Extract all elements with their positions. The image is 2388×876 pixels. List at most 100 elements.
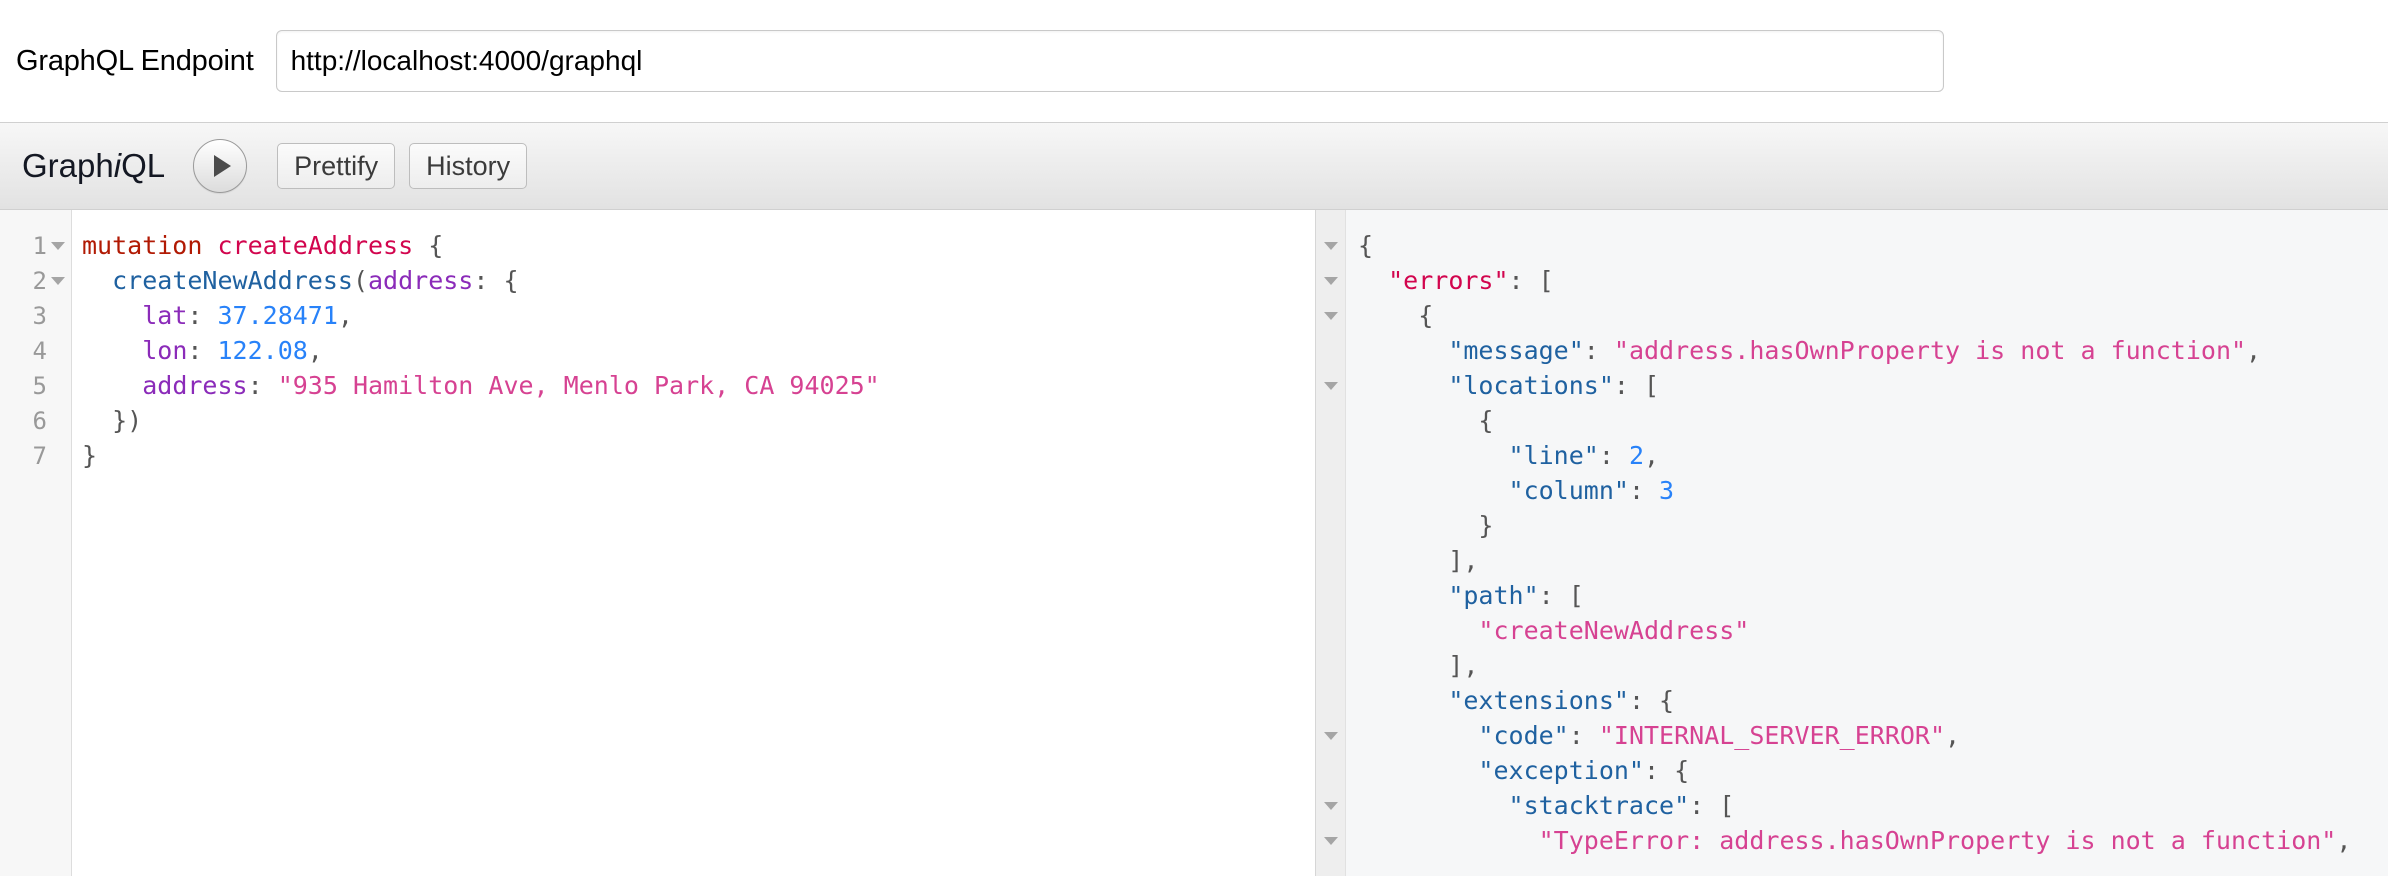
result-gutter-row <box>1316 788 1345 823</box>
code-token: : <box>1598 441 1629 470</box>
fold-placeholder <box>51 382 65 390</box>
code-token: }) <box>82 406 143 435</box>
result-viewer-code: { "errors": [ { "message": "address.hasO… <box>1346 210 2388 876</box>
fold-placeholder <box>1324 522 1338 530</box>
fold-arrow-icon[interactable] <box>1323 276 1338 285</box>
code-token: } <box>1358 511 1494 540</box>
code-token: , <box>1945 721 1961 750</box>
code-token: : [ <box>1508 266 1554 295</box>
result-gutter-row <box>1316 368 1345 403</box>
result-code-line: } <box>1358 508 2388 543</box>
result-code-line: "extensions": { <box>1358 683 2388 718</box>
query-editor-code[interactable]: mutation createAddress { createNewAddres… <box>72 210 1315 876</box>
result-code-line: { <box>1358 298 2388 333</box>
result-gutter-row <box>1316 508 1345 543</box>
result-gutter-row <box>1316 648 1345 683</box>
code-token: : <box>1583 336 1614 365</box>
result-code-line: ], <box>1358 648 2388 683</box>
logo-prefix: Graph <box>22 147 114 184</box>
fold-placeholder <box>1324 347 1338 355</box>
fold-placeholder <box>1324 557 1338 565</box>
line-number: 6 <box>32 406 47 435</box>
editor-panes: 1234567 mutation createAddress { createN… <box>0 210 2388 876</box>
query-gutter-row: 7 <box>0 438 71 473</box>
result-gutter-row <box>1316 753 1345 788</box>
code-token: } <box>82 441 98 470</box>
code-token: address <box>142 371 248 400</box>
result-code-line: "createNewAddress" <box>1358 613 2388 648</box>
fold-placeholder <box>51 452 65 460</box>
fold-arrow-icon[interactable] <box>1323 836 1338 845</box>
result-gutter-row <box>1316 578 1345 613</box>
code-token: "exception" <box>1478 756 1644 785</box>
code-token: , <box>307 336 323 365</box>
fold-placeholder <box>1324 697 1338 705</box>
toolbar: GraphiQL Prettify History <box>0 122 2388 210</box>
code-token: "stacktrace" <box>1508 791 1690 820</box>
code-token: : { <box>473 266 519 295</box>
code-token: "address.hasOwnProperty is not a functio… <box>1613 336 2247 365</box>
code-token: "code" <box>1478 721 1569 750</box>
code-token: createNewAddress <box>112 266 353 295</box>
result-gutter-row <box>1316 613 1345 648</box>
logo-italic-i: i <box>113 147 122 184</box>
result-code-line: "line": 2, <box>1358 438 2388 473</box>
query-code-line: lon: 122.08, <box>82 333 1315 368</box>
execute-query-button[interactable] <box>193 139 248 193</box>
endpoint-label: GraphQL Endpoint <box>16 44 254 77</box>
prettify-button[interactable]: Prettify <box>277 143 396 189</box>
endpoint-bar: GraphQL Endpoint <box>0 0 2388 122</box>
logo-suffix: QL <box>121 147 166 184</box>
query-gutter-row: 5 <box>0 368 71 403</box>
result-gutter-row <box>1316 718 1345 753</box>
result-gutter-row <box>1316 228 1345 263</box>
query-editor-pane: 1 2 3 4 5 6 7 mutation createAddress { createN… <box>0 210 1316 876</box>
fold-arrow-icon[interactable] <box>51 276 65 285</box>
play-icon <box>214 155 232 177</box>
query-code-line: } <box>82 438 1315 473</box>
result-gutter-row <box>1316 683 1345 718</box>
code-token: "935 Hamilton Ave, Menlo Park, CA 94025" <box>277 371 880 400</box>
fold-placeholder <box>1324 767 1338 775</box>
query-gutter-row: 1 <box>0 228 71 263</box>
fold-arrow-icon[interactable] <box>1323 731 1338 740</box>
query-gutter-row: 3 <box>0 298 71 333</box>
result-code-line: ], <box>1358 543 2388 578</box>
line-number: 7 <box>32 441 47 470</box>
code-token: "TypeError: address.hasOwnProperty is no… <box>1538 826 2337 855</box>
history-button[interactable]: History <box>409 143 528 189</box>
fold-arrow-icon[interactable] <box>1323 241 1338 250</box>
code-token: "INTERNAL_SERVER_ERROR" <box>1598 721 1946 750</box>
fold-arrow-icon[interactable] <box>1323 311 1338 320</box>
code-token: , <box>1644 441 1660 470</box>
code-token: 122.08 <box>217 336 308 365</box>
query-gutter: 1 2 3 4 5 6 7 <box>0 210 72 876</box>
code-token: "extensions" <box>1448 686 1629 715</box>
line-number: 3 <box>32 301 47 330</box>
result-code-line: "errors": [ <box>1358 263 2388 298</box>
fold-arrow-icon[interactable] <box>1323 801 1338 810</box>
fold-arrow-icon[interactable] <box>51 241 65 250</box>
line-number: 1 <box>32 231 47 260</box>
code-token: "errors" <box>1388 266 1509 295</box>
fold-placeholder <box>1324 592 1338 600</box>
code-token: : [ <box>1613 371 1660 400</box>
query-code-line: lat: 37.28471, <box>82 298 1315 333</box>
code-token: { <box>413 231 444 260</box>
code-token: createAddress <box>217 231 414 260</box>
result-gutter-row <box>1316 543 1345 578</box>
endpoint-input[interactable] <box>275 30 1944 92</box>
fold-arrow-icon[interactable] <box>1323 381 1338 390</box>
fold-placeholder <box>1324 662 1338 670</box>
result-gutter-row <box>1316 473 1345 508</box>
line-number: 4 <box>32 336 47 365</box>
